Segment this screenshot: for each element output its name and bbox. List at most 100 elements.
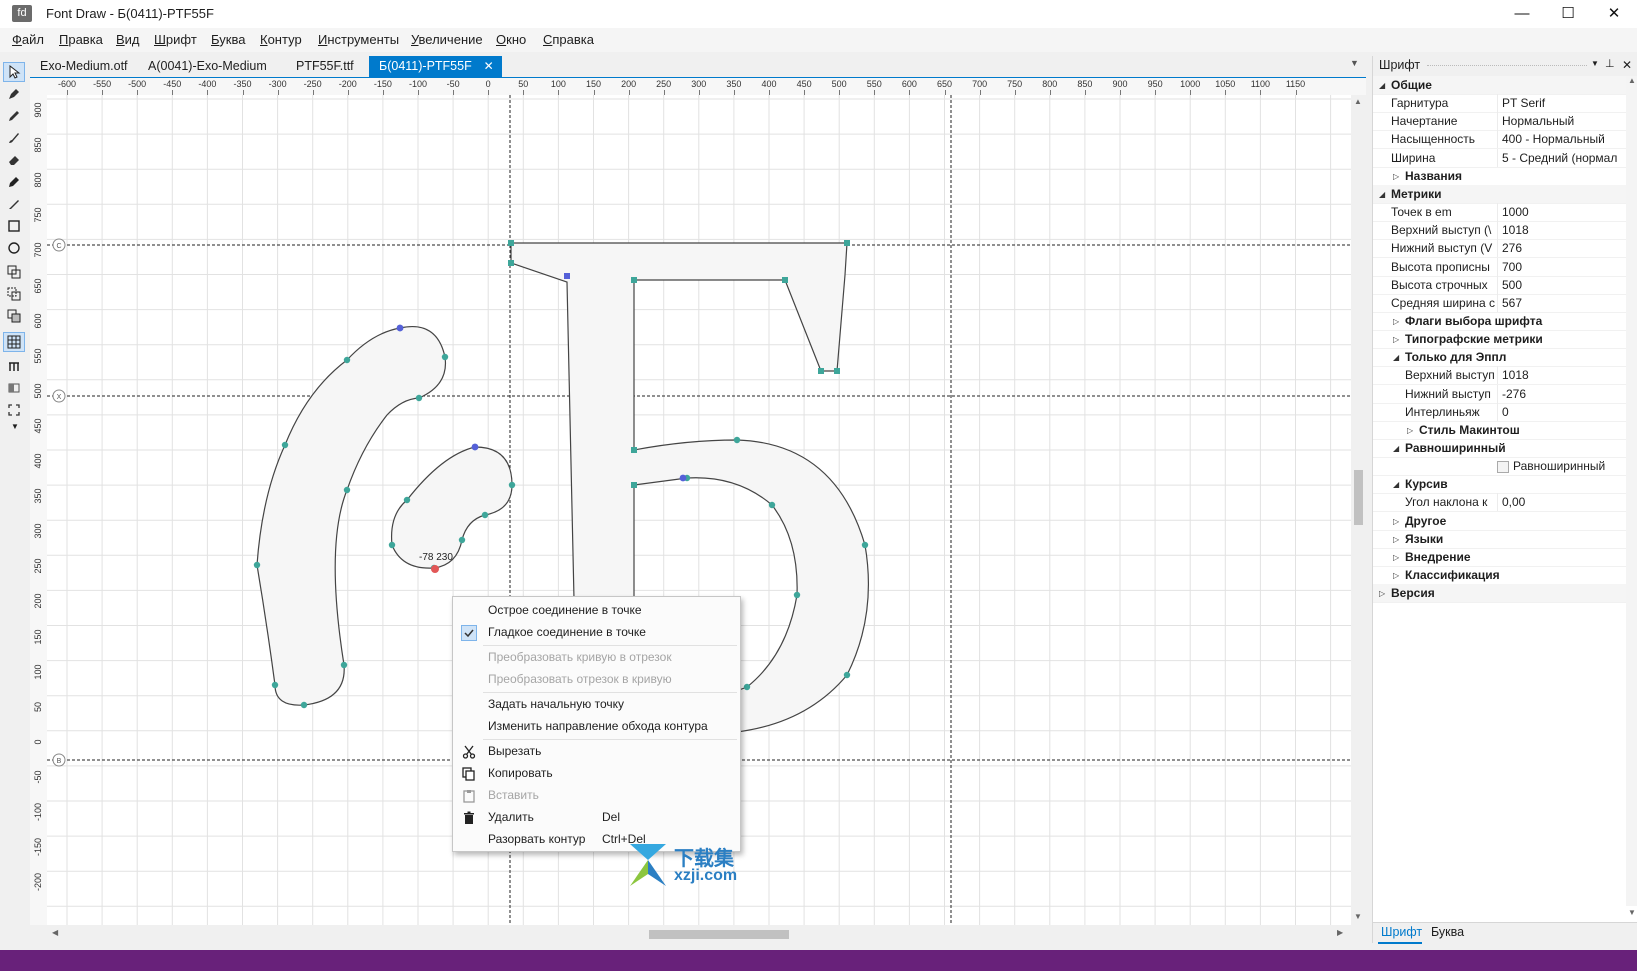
ctx-cut[interactable]: Вырезать bbox=[453, 741, 740, 762]
menu-contour[interactable]: Контур bbox=[260, 32, 302, 47]
collapse-icon[interactable]: ◢ bbox=[1379, 76, 1385, 95]
property-row[interactable]: Нижний выступ -276 bbox=[1373, 384, 1626, 404]
contour-node[interactable] bbox=[508, 481, 516, 489]
property-row[interactable]: Интерлиньяж 0 bbox=[1373, 402, 1626, 422]
tab-exo-medium-otf[interactable]: Exo-Medium.otf bbox=[30, 56, 138, 77]
corner-node[interactable] bbox=[508, 240, 514, 246]
brush-icon[interactable] bbox=[3, 128, 25, 148]
property-value[interactable]: 567 bbox=[1497, 293, 1625, 312]
knife-icon[interactable] bbox=[3, 194, 25, 214]
property-row[interactable]: ▷ Флаги выбора шрифта bbox=[1373, 312, 1626, 331]
contour-node[interactable] bbox=[281, 441, 289, 449]
contour-node[interactable] bbox=[743, 683, 751, 691]
contour-node[interactable] bbox=[861, 541, 869, 549]
expand-icon[interactable]: ▷ bbox=[1393, 566, 1399, 585]
panel-scroll-down-icon[interactable]: ▼ bbox=[1628, 908, 1636, 917]
start-node[interactable] bbox=[471, 443, 479, 451]
tab-be-ptf55f[interactable]: Б(0411)-PTF55F ✕ bbox=[369, 56, 502, 77]
tab-ptf55f-ttf[interactable]: PTF55F.ttf bbox=[286, 56, 364, 77]
scroll-right-icon[interactable]: ▶ bbox=[1337, 928, 1343, 937]
corner-node[interactable] bbox=[844, 240, 850, 246]
ctx-smooth-join[interactable]: Гладкое соединение в точке bbox=[453, 622, 740, 643]
property-value[interactable]: 0,00 bbox=[1497, 493, 1625, 512]
collapse-icon[interactable]: ◢ bbox=[1393, 348, 1399, 367]
preview-icon[interactable] bbox=[3, 378, 25, 398]
ctx-line-to-curve[interactable]: Преобразовать отрезок в кривую bbox=[453, 669, 740, 690]
property-row[interactable]: ◢ Общие bbox=[1373, 76, 1626, 95]
horizontal-scroll-thumb[interactable] bbox=[649, 930, 789, 939]
menu-help[interactable]: Справка bbox=[543, 32, 594, 47]
property-value[interactable]: 1000 bbox=[1497, 203, 1625, 222]
corner-node[interactable] bbox=[631, 482, 637, 488]
collapse-icon[interactable]: ◢ bbox=[1379, 185, 1385, 204]
property-value[interactable]: 400 - Нормальный bbox=[1497, 130, 1625, 149]
contour-node[interactable] bbox=[441, 353, 449, 361]
contour-node[interactable] bbox=[403, 496, 411, 504]
menu-tools[interactable]: Инструменты bbox=[318, 32, 399, 47]
ctx-set-start-point[interactable]: Задать начальную точку bbox=[453, 694, 740, 715]
property-row[interactable]: Гарнитура PT Serif bbox=[1373, 94, 1626, 114]
panel-scrollbar[interactable]: ▲ ▼ bbox=[1626, 76, 1637, 917]
contour-node[interactable] bbox=[733, 436, 741, 444]
panel-grip[interactable] bbox=[1427, 65, 1587, 66]
contour-node[interactable] bbox=[793, 591, 801, 599]
expand-icon[interactable]: ▷ bbox=[1407, 421, 1413, 440]
pen-icon[interactable] bbox=[3, 84, 25, 104]
canvas-horizontal-scrollbar[interactable]: ◀ ▶ bbox=[47, 925, 1351, 943]
corner-node[interactable] bbox=[508, 260, 514, 266]
contour-node[interactable] bbox=[300, 701, 308, 709]
property-value[interactable]: PT Serif bbox=[1497, 94, 1625, 113]
contour-node[interactable] bbox=[458, 536, 466, 544]
close-window-button[interactable]: ✕ bbox=[1591, 0, 1637, 28]
menu-font[interactable]: Шрифт bbox=[154, 32, 197, 47]
property-row[interactable]: Угол наклона к 0,00 bbox=[1373, 493, 1626, 513]
property-value[interactable]: 5 - Средний (нормал bbox=[1497, 148, 1625, 167]
panel-close-icon[interactable]: ✕ bbox=[1622, 58, 1632, 72]
pointer-icon[interactable] bbox=[3, 62, 25, 82]
panel-scroll-up-icon[interactable]: ▲ bbox=[1628, 76, 1636, 85]
property-row[interactable]: ▷ Стиль Макинтош bbox=[1373, 421, 1626, 440]
contour-node[interactable] bbox=[388, 541, 396, 549]
expand-icon[interactable]: ▷ bbox=[1393, 548, 1399, 567]
property-value[interactable]: 1018 bbox=[1497, 221, 1625, 240]
contour-node[interactable] bbox=[843, 671, 851, 679]
contour-node[interactable] bbox=[415, 394, 423, 402]
pin-icon[interactable]: ⊥ bbox=[1605, 57, 1615, 70]
property-row[interactable]: Нижний выступ (V 276 bbox=[1373, 239, 1626, 259]
ctx-curve-to-line[interactable]: Преобразовать кривую в отрезок bbox=[453, 647, 740, 668]
property-value[interactable]: 700 bbox=[1497, 257, 1625, 276]
contour-node[interactable] bbox=[271, 681, 279, 689]
ctx-sharp-join[interactable]: Острое соединение в точке bbox=[453, 600, 740, 621]
expand-icon[interactable]: ▷ bbox=[1393, 312, 1399, 331]
property-row[interactable]: ◢ Только для Эппл bbox=[1373, 348, 1626, 368]
scroll-up-icon[interactable]: ▲ bbox=[1354, 97, 1362, 106]
expand-icon[interactable]: ▷ bbox=[1393, 530, 1399, 549]
panel-dropdown-icon[interactable]: ▼ bbox=[1591, 59, 1599, 68]
tabs-dropdown-icon[interactable]: ▼ bbox=[1350, 58, 1359, 68]
pencil-icon[interactable] bbox=[3, 106, 25, 126]
union-icon[interactable] bbox=[3, 262, 25, 282]
property-value[interactable]: 1018 bbox=[1497, 366, 1625, 385]
rectangle-icon[interactable] bbox=[3, 216, 25, 236]
property-row[interactable]: ▷ Типографские метрики bbox=[1373, 330, 1626, 350]
corner-node[interactable] bbox=[631, 447, 637, 453]
minimize-button[interactable]: — bbox=[1499, 0, 1545, 28]
property-row[interactable]: Равноширинный bbox=[1373, 457, 1626, 477]
intersect-icon[interactable] bbox=[3, 306, 25, 326]
glyph-bulb-contour[interactable] bbox=[390, 446, 513, 569]
start-node[interactable] bbox=[564, 273, 570, 279]
monospace-checkbox[interactable] bbox=[1497, 461, 1509, 474]
maximize-button[interactable]: ☐ bbox=[1545, 0, 1591, 28]
scroll-down-icon[interactable]: ▼ bbox=[1354, 912, 1362, 921]
ctx-reverse-direction[interactable]: Изменить направление обхода контура bbox=[453, 716, 740, 737]
property-row[interactable]: Высота строчных 500 bbox=[1373, 275, 1626, 295]
expand-icon[interactable]: ▷ bbox=[1393, 167, 1399, 186]
start-node[interactable] bbox=[679, 474, 687, 482]
panel-tab-font[interactable]: Шрифт bbox=[1381, 925, 1422, 939]
contour-node[interactable] bbox=[343, 486, 351, 494]
menu-window[interactable]: Окно bbox=[496, 32, 526, 47]
expand-icon[interactable]: ▷ bbox=[1393, 330, 1399, 349]
property-row[interactable]: ▷ Внедрение bbox=[1373, 548, 1626, 567]
property-row[interactable]: Начертание Нормальный bbox=[1373, 112, 1626, 132]
ctx-paste[interactable]: Вставить bbox=[453, 785, 740, 806]
